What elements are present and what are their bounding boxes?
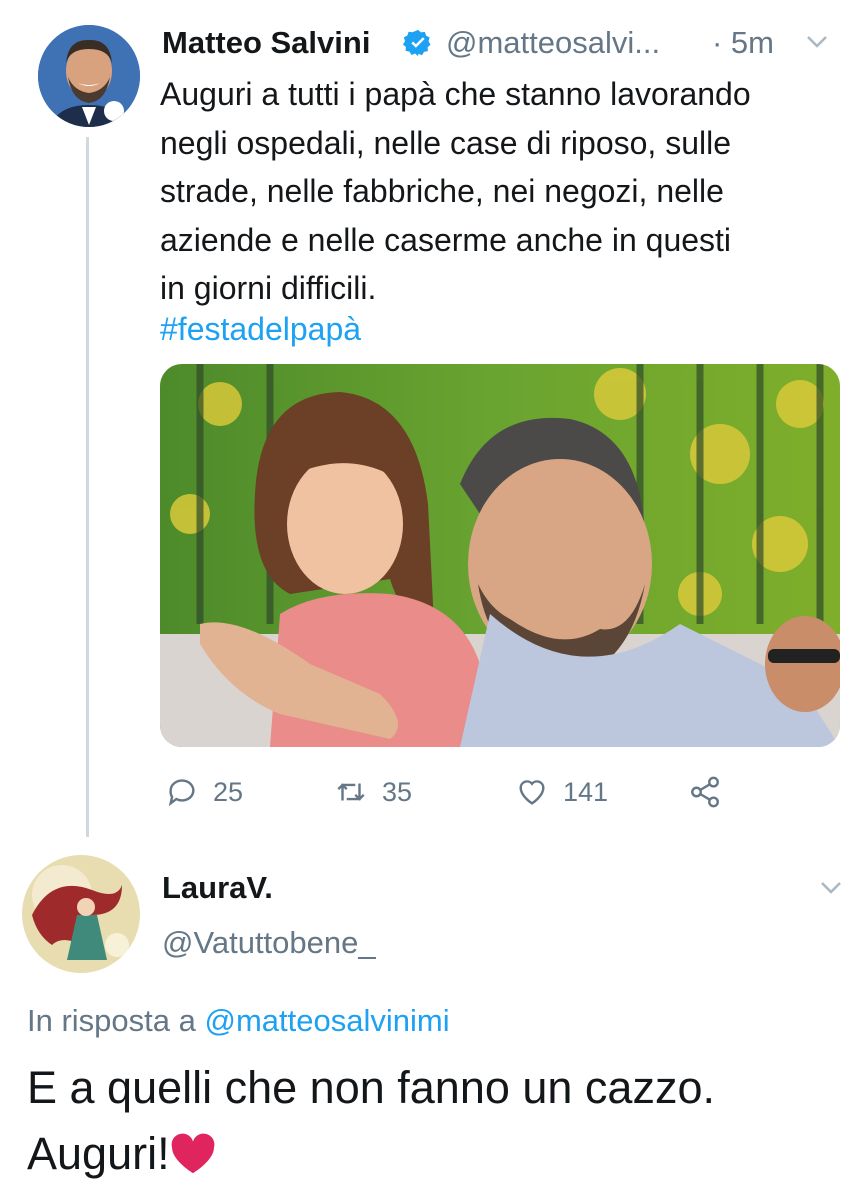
reply-author-avatar[interactable] <box>22 855 140 973</box>
share-action[interactable] <box>688 770 722 814</box>
retweet-icon <box>337 783 365 801</box>
reply-text-line2: Auguri! <box>27 1128 170 1179</box>
thread-line <box>86 137 89 837</box>
retweet-action[interactable]: 35 <box>334 770 412 814</box>
author-avatar[interactable] <box>38 25 140 127</box>
reply-text-line1: E a quelli che non fanno un cazzo. <box>27 1062 715 1113</box>
hashtag-link[interactable]: #festadelpapà <box>160 311 361 348</box>
reply-count: 25 <box>213 776 244 807</box>
tweet-text: Auguri a tutti i papà che stanno lavoran… <box>160 76 751 306</box>
tweet-timestamp[interactable]: · 5m <box>712 25 774 61</box>
share-icon <box>691 776 719 808</box>
in-reply-handle-link[interactable]: @matteosalvinimi <box>204 1003 449 1038</box>
retweet-count: 35 <box>382 776 413 807</box>
author-name[interactable]: Matteo Salvini <box>162 25 370 61</box>
like-icon <box>519 780 545 805</box>
in-reply-label: In risposta a <box>27 1003 205 1038</box>
chevron-down-icon[interactable] <box>806 34 828 50</box>
reply-author-handle[interactable]: @Vatuttobene_ <box>162 925 376 961</box>
reply-icon <box>168 779 195 807</box>
red-heart-emoji <box>171 1133 214 1174</box>
reply-text: E a quelli che non fanno un cazzo. Augur… <box>27 1055 847 1187</box>
in-reply-to: In risposta a @matteosalvinimi <box>27 1003 450 1039</box>
reply-action[interactable]: 25 <box>165 770 243 814</box>
tweet-photo[interactable] <box>160 364 840 747</box>
verified-badge-icon <box>403 29 431 57</box>
like-action[interactable]: 141 <box>515 770 608 814</box>
like-count: 141 <box>563 776 609 807</box>
chevron-down-icon[interactable] <box>820 880 842 896</box>
author-handle[interactable]: @matteosalvi... <box>446 25 660 61</box>
reply-author-name[interactable]: LauraV. <box>162 870 273 906</box>
